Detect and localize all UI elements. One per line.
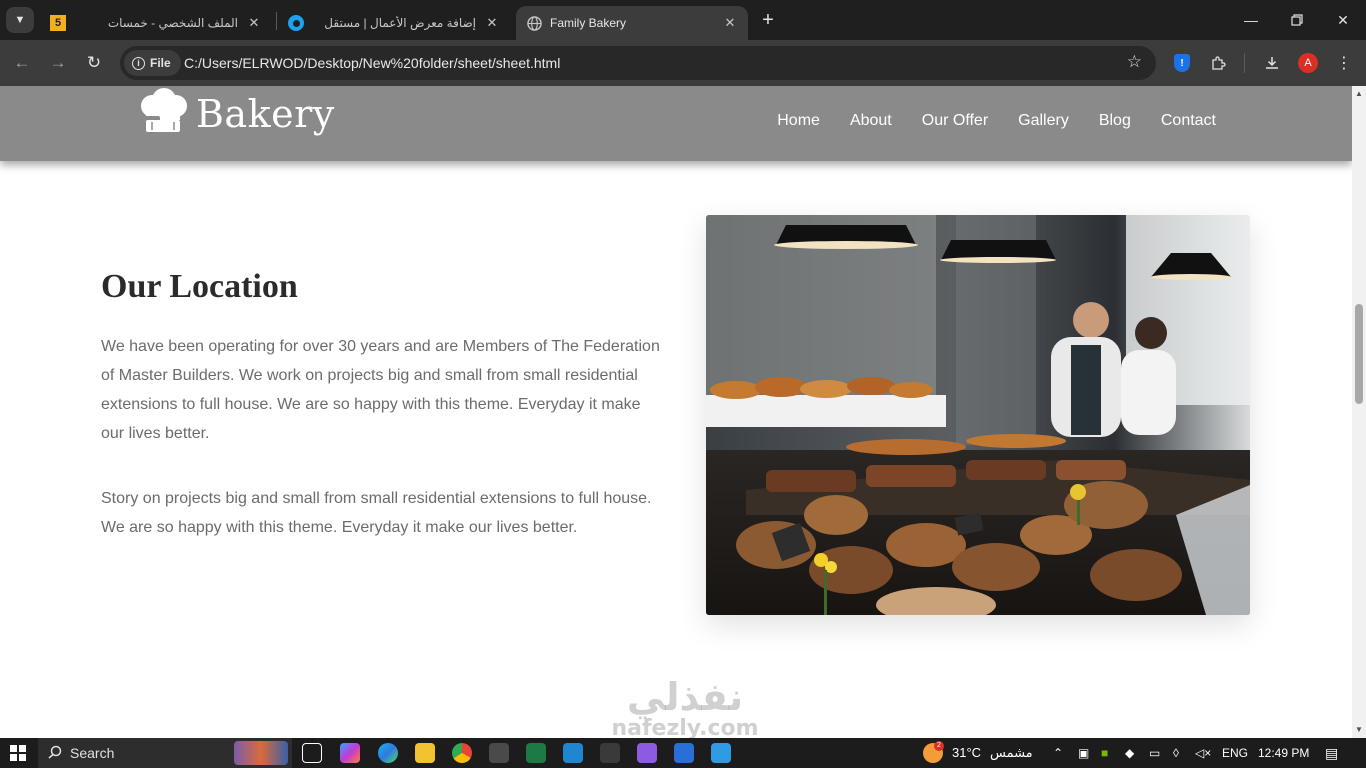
logo-wordmark: Bakery [196, 91, 335, 136]
new-tab-icon[interactable]: + [756, 8, 780, 32]
close-tab-icon[interactable]: ✕ [722, 15, 738, 31]
scroll-up-arrow-icon[interactable]: ▲ [1355, 90, 1363, 98]
calculator-icon[interactable] [489, 743, 509, 763]
edge-icon[interactable] [378, 743, 398, 763]
minimize-icon[interactable]: — [1228, 0, 1274, 40]
tab-title: Family Bakery [550, 16, 627, 30]
chip-label: File [150, 56, 171, 70]
taskbar-app-icon[interactable] [637, 743, 657, 763]
show-hidden-icons-icon[interactable]: ⌃ [1053, 738, 1063, 768]
profile-avatar[interactable]: A [1295, 50, 1321, 76]
close-tab-icon[interactable]: ✕ [246, 15, 262, 31]
watermark-arabic: نفذلي [626, 675, 744, 719]
url-text[interactable]: C:/Users/ELRWOD/Desktop/New%20folder/she… [184, 46, 560, 80]
mostaql-favicon-icon [288, 15, 304, 31]
nvidia-icon[interactable]: ■ [1101, 738, 1108, 768]
forward-arrow-icon[interactable]: → [44, 49, 72, 77]
browser-tabstrip: ▼ 5 الملف الشخصي - خمسات ✕ إضافة معرض ال… [0, 0, 1366, 40]
language-indicator[interactable]: ENG [1222, 738, 1248, 768]
copilot-icon[interactable] [340, 743, 360, 763]
tab-divider [276, 12, 277, 30]
watermark-latin: nafezly.com [611, 716, 759, 739]
camera-icon[interactable]: ▣ [1078, 738, 1089, 768]
site-logo[interactable]: Bakery [136, 88, 335, 139]
download-icon[interactable] [1259, 50, 1285, 76]
nav-gallery[interactable]: Gallery [1018, 112, 1069, 130]
address-bar[interactable]: i File C:/Users/ELRWOD/Desktop/New%20fol… [120, 46, 1156, 80]
clock[interactable]: 12:49 PM [1258, 738, 1309, 768]
menu-kebab-icon[interactable]: ⋮ [1331, 50, 1357, 76]
windows-start-icon[interactable] [10, 745, 26, 761]
taskbar-app-icon[interactable] [674, 743, 694, 763]
section-title: Our Location [101, 268, 298, 305]
scroll-down-arrow-icon[interactable]: ▼ [1355, 726, 1363, 734]
weather-text[interactable]: مشمس [990, 738, 1033, 768]
tab-search-button[interactable]: ▼ [6, 7, 34, 33]
chrome-icon[interactable] [452, 743, 472, 763]
excel-icon[interactable] [526, 743, 546, 763]
toolbar-divider [1244, 53, 1245, 73]
page-viewport: Bakery Home About Our Offer Gallery Blog… [0, 86, 1352, 738]
nav-our-offer[interactable]: Our Offer [922, 112, 988, 130]
task-view-icon[interactable] [302, 743, 322, 763]
bookmark-star-icon[interactable]: ☆ [1127, 52, 1142, 72]
taskbar-search-label: Search [70, 745, 115, 761]
nav-about[interactable]: About [850, 112, 892, 130]
nav-blog[interactable]: Blog [1099, 112, 1131, 130]
site-info-chip[interactable]: i File [124, 50, 181, 76]
tab-mostaql[interactable]: إضافة معرض الأعمال | مستقل ✕ [278, 6, 510, 40]
site-header: Bakery Home About Our Offer Gallery Blog… [0, 86, 1352, 161]
temperature[interactable]: 31°C [952, 738, 981, 768]
globe-icon [526, 15, 542, 31]
tab-family-bakery[interactable]: Family Bakery ✕ [516, 6, 748, 40]
taskbar-search[interactable]: Search [38, 738, 292, 768]
location-paragraph-1: We have been operating for over 30 years… [101, 338, 660, 442]
wifi-icon[interactable]: ◊ [1173, 738, 1179, 768]
scrollbar-thumb[interactable] [1355, 304, 1363, 404]
extensions-puzzle-icon[interactable] [1205, 50, 1231, 76]
nav-contact[interactable]: Contact [1161, 112, 1216, 130]
khamsat-favicon-icon: 5 [50, 15, 66, 31]
bakery-photo [706, 215, 1250, 615]
taskbar-app-icon[interactable] [600, 743, 620, 763]
tab-title: الملف الشخصي - خمسات [107, 16, 238, 30]
reload-icon[interactable]: ↻ [80, 49, 108, 77]
battery-icon[interactable]: ▭ [1149, 738, 1160, 768]
vscode-icon[interactable] [563, 743, 583, 763]
taskbar-app-icon[interactable] [711, 743, 731, 763]
password-manager-shield-icon[interactable]: ! [1169, 50, 1195, 76]
close-window-icon[interactable]: ✕ [1320, 0, 1366, 40]
restore-icon[interactable] [1274, 0, 1320, 40]
file-explorer-icon[interactable] [415, 743, 435, 763]
chevron-down-icon: ▼ [14, 14, 26, 26]
defender-icon[interactable]: ◆ [1125, 738, 1134, 768]
notifications-icon[interactable]: ▤ [1325, 738, 1338, 768]
weather-badge: 2 [934, 741, 944, 751]
location-paragraph-2: Story on projects big and small from sma… [101, 490, 652, 536]
info-icon: i [132, 56, 145, 70]
close-tab-icon[interactable]: ✕ [484, 15, 500, 31]
nafezly-watermark: نفذلي nafezly.com [600, 676, 770, 738]
page-scrollbar[interactable]: ▲ ▼ [1352, 86, 1366, 738]
back-arrow-icon[interactable]: ← [8, 49, 36, 77]
main-nav: Home About Our Offer Gallery Blog Contac… [777, 112, 1216, 130]
nav-home[interactable]: Home [777, 112, 820, 130]
browser-toolbar: ← → ↻ i File C:/Users/ELRWOD/Desktop/New… [0, 40, 1366, 86]
chef-hat-icon [136, 88, 190, 139]
speaker-muted-icon[interactable]: ◁× [1195, 738, 1211, 768]
windows-taskbar: Search 2 31°C مشمس ⌃ ▣ ■ ◆ ▭ ◊ ◁× ENG 12… [0, 738, 1366, 768]
tab-title: إضافة معرض الأعمال | مستقل [324, 16, 476, 30]
tab-khamsat[interactable]: 5 الملف الشخصي - خمسات ✕ [40, 6, 272, 40]
search-highlight-image [234, 741, 288, 765]
search-icon [48, 745, 62, 762]
